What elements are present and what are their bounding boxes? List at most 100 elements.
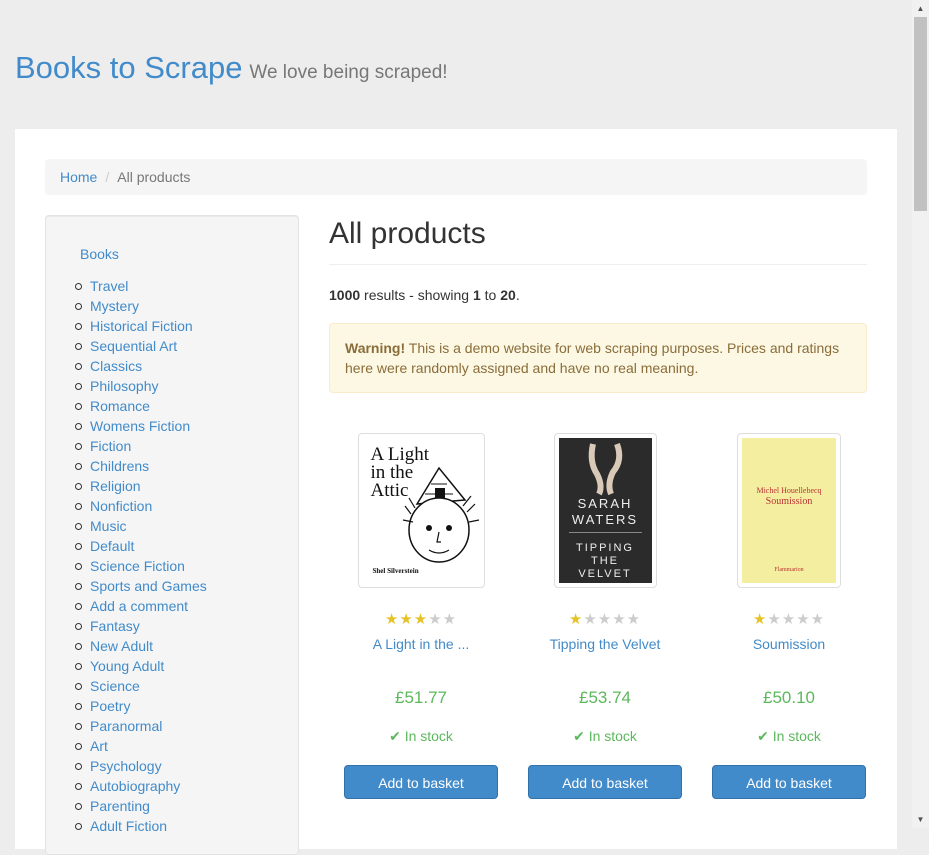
category-link[interactable]: Historical Fiction bbox=[90, 318, 193, 334]
alert-text: This is a demo website for web scraping … bbox=[345, 340, 840, 376]
category-item: Parenting bbox=[75, 796, 207, 816]
check-icon: ✔ bbox=[757, 728, 769, 744]
check-icon: ✔ bbox=[573, 728, 585, 744]
scrollbar-thumb[interactable] bbox=[914, 17, 927, 211]
tagline: We love being scraped! bbox=[249, 62, 448, 83]
category-link[interactable]: New Adult bbox=[90, 638, 153, 654]
breadcrumb: Home / All products bbox=[45, 159, 867, 195]
category-link[interactable]: Classics bbox=[90, 358, 142, 374]
star-icon: ★ bbox=[597, 611, 613, 628]
category-link[interactable]: Adult Fiction bbox=[90, 818, 167, 834]
star-icon: ★ bbox=[752, 611, 768, 628]
category-link[interactable]: Sports and Games bbox=[90, 578, 207, 594]
star-icon: ★ bbox=[583, 611, 598, 628]
category-link[interactable]: Philosophy bbox=[90, 378, 159, 394]
category-item: Nonfiction bbox=[75, 496, 207, 516]
category-item: Young Adult bbox=[75, 656, 207, 676]
category-item: Autobiography bbox=[75, 776, 207, 796]
add-to-basket-button[interactable]: Add to basket bbox=[344, 765, 498, 799]
check-icon: ✔ bbox=[389, 728, 401, 744]
page-panel: Home / All products Books Travel Mystery His… bbox=[15, 129, 897, 855]
category-item: Philosophy bbox=[75, 376, 207, 396]
cover-author: SARAH WATERS bbox=[571, 496, 639, 527]
star-icon: ★ bbox=[796, 611, 811, 628]
availability-text: In stock bbox=[588, 728, 637, 744]
star-icon: ★ bbox=[399, 611, 414, 628]
site-header: Books to Scrape We love being scraped! bbox=[15, 50, 448, 86]
product-title-link[interactable]: Soumission bbox=[697, 636, 881, 656]
add-to-basket-button[interactable]: Add to basket bbox=[712, 765, 866, 799]
breadcrumb-separator: / bbox=[105, 169, 110, 185]
category-link[interactable]: Science Fiction bbox=[90, 558, 185, 574]
brand-link[interactable]: Books to Scrape bbox=[15, 50, 242, 85]
category-sidebar: Books Travel Mystery Historical Fiction Seq… bbox=[45, 215, 299, 855]
availability: ✔ In stock bbox=[513, 728, 697, 745]
star-rating: ★★★★★ bbox=[513, 610, 697, 628]
availability-text: In stock bbox=[404, 728, 453, 744]
category-link[interactable]: Art bbox=[90, 738, 108, 754]
category-link[interactable]: Autobiography bbox=[90, 778, 180, 794]
product-thumbnail[interactable]: SARAH WATERS TIPPING THE VELVET bbox=[553, 433, 657, 588]
add-to-basket-button[interactable]: Add to basket bbox=[528, 765, 682, 799]
sidebar-books-link[interactable]: Books bbox=[80, 246, 119, 262]
star-icon: ★ bbox=[428, 611, 443, 628]
category-link[interactable]: Add a comment bbox=[90, 598, 188, 614]
star-rating: ★★★★★ bbox=[697, 610, 881, 628]
star-icon: ★ bbox=[568, 611, 584, 628]
results-total: 1000 bbox=[329, 287, 361, 303]
category-link[interactable]: Music bbox=[90, 518, 127, 534]
scroll-down-arrow-icon[interactable]: ▼ bbox=[912, 811, 929, 828]
category-link[interactable]: Nonfiction bbox=[90, 498, 152, 514]
cover-byline: Shel Silverstein bbox=[372, 567, 419, 575]
product-card: SARAH WATERS TIPPING THE VELVET ★★★★★ Ti… bbox=[513, 433, 697, 799]
star-icon: ★ bbox=[413, 611, 429, 628]
category-link[interactable]: Young Adult bbox=[90, 658, 164, 674]
breadcrumb-home-link[interactable]: Home bbox=[60, 169, 97, 185]
category-link[interactable]: Religion bbox=[90, 478, 141, 494]
warning-alert: Warning! This is a demo website for web … bbox=[329, 323, 867, 393]
star-icon: ★ bbox=[810, 611, 826, 628]
category-item: Science Fiction bbox=[75, 556, 207, 576]
category-link[interactable]: Default bbox=[90, 538, 134, 554]
category-link[interactable]: Paranormal bbox=[90, 718, 162, 734]
product-thumbnail[interactable]: A Light in the Attic Shel Silverstein bbox=[357, 433, 485, 588]
category-link[interactable]: Psychology bbox=[90, 758, 162, 774]
category-link[interactable]: Travel bbox=[90, 278, 128, 294]
cover-publisher: Flammarion bbox=[774, 567, 804, 573]
category-link[interactable]: Fiction bbox=[90, 438, 131, 454]
product-title-link[interactable]: A Light in the ... bbox=[329, 636, 513, 656]
cover-book-title: Soumission bbox=[765, 496, 813, 507]
availability: ✔ In stock bbox=[329, 728, 513, 745]
category-link[interactable]: Parenting bbox=[90, 798, 150, 814]
category-item: Fantasy bbox=[75, 616, 207, 636]
star-icon: ★ bbox=[781, 611, 797, 628]
results-summary: 1000 results - showing 1 to 20. bbox=[329, 287, 867, 303]
product-price: £53.74 bbox=[579, 688, 631, 707]
category-link[interactable]: Romance bbox=[90, 398, 150, 414]
category-link[interactable]: Poetry bbox=[90, 698, 130, 714]
category-item: Romance bbox=[75, 396, 207, 416]
category-link[interactable]: Sequential Art bbox=[90, 338, 177, 354]
star-icon: ★ bbox=[442, 611, 458, 628]
category-item: Science bbox=[75, 676, 207, 696]
category-item: Adult Fiction bbox=[75, 816, 207, 836]
category-link[interactable]: Mystery bbox=[90, 298, 139, 314]
category-link[interactable]: Childrens bbox=[90, 458, 149, 474]
category-link[interactable]: Womens Fiction bbox=[90, 418, 190, 434]
availability-text: In stock bbox=[772, 728, 821, 744]
product-thumbnail[interactable]: Michel Houellebecq Soumission Flammarion bbox=[737, 433, 841, 588]
category-link[interactable]: Science bbox=[90, 678, 140, 694]
category-item: Childrens bbox=[75, 456, 207, 476]
category-list: Travel Mystery Historical Fiction Sequentia… bbox=[46, 276, 207, 836]
star-rating: ★★★★★ bbox=[329, 610, 513, 628]
book-cover-image: Michel Houellebecq Soumission Flammarion bbox=[742, 438, 836, 583]
scroll-up-arrow-icon[interactable]: ▲ bbox=[912, 0, 929, 17]
cover-illustration bbox=[402, 466, 479, 563]
cover-book-title: TIPPING THE VELVET bbox=[575, 542, 634, 580]
results-to: 20 bbox=[500, 287, 516, 303]
cover-author: Michel Houellebecq bbox=[756, 486, 822, 495]
cover-divider bbox=[568, 532, 642, 533]
vertical-scrollbar[interactable]: ▲ ▼ bbox=[912, 0, 929, 828]
category-link[interactable]: Fantasy bbox=[90, 618, 140, 634]
product-title-link[interactable]: Tipping the Velvet bbox=[513, 636, 697, 656]
